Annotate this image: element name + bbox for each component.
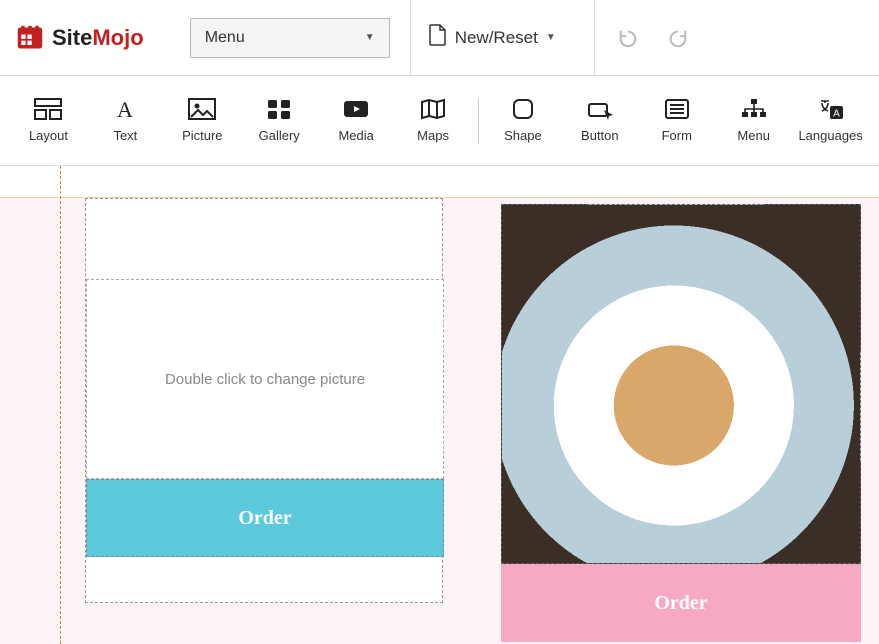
top-bar: SiteMojo Menu ▼ New/Reset ▼ xyxy=(0,0,879,76)
order-button-label: Order xyxy=(238,507,291,530)
menu-tool-icon xyxy=(740,98,768,120)
svg-text:A: A xyxy=(117,98,133,120)
tool-label: Layout xyxy=(29,128,68,143)
svg-text:A: A xyxy=(833,109,840,120)
tool-menu[interactable]: Menu xyxy=(715,76,792,166)
order-button-label: Order xyxy=(654,592,707,615)
picture-icon xyxy=(188,98,216,120)
tool-languages[interactable]: A Languages xyxy=(792,76,869,166)
tool-label: Maps xyxy=(417,128,449,143)
tool-label: Picture xyxy=(182,128,222,143)
tool-picture[interactable]: Picture xyxy=(164,76,241,166)
layout-icon xyxy=(34,98,62,120)
editor-canvas[interactable]: Double click to change picture Order Ord… xyxy=(0,166,879,644)
tool-text[interactable]: A Text xyxy=(87,76,164,166)
product-image-coffee[interactable] xyxy=(501,204,861,564)
shape-icon xyxy=(509,98,537,120)
page-menu-label: Menu xyxy=(205,29,245,47)
toolbar-divider xyxy=(478,98,479,144)
order-button-right[interactable]: Order xyxy=(501,564,861,642)
form-icon xyxy=(663,98,691,120)
tool-shape[interactable]: Shape xyxy=(484,76,561,166)
tool-label: Button xyxy=(581,128,619,143)
redo-button[interactable] xyxy=(667,27,689,49)
chevron-down-icon: ▼ xyxy=(365,32,375,43)
chevron-down-icon: ▼ xyxy=(546,32,556,43)
tool-label: Form xyxy=(662,128,692,143)
tool-label: Media xyxy=(338,128,373,143)
image-placeholder[interactable]: Double click to change picture xyxy=(86,279,444,479)
history-controls xyxy=(595,0,711,76)
document-icon xyxy=(429,24,447,51)
new-reset-label: New/Reset xyxy=(455,28,538,48)
tool-media[interactable]: Media xyxy=(318,76,395,166)
button-tool-icon xyxy=(586,98,614,120)
tool-label: Text xyxy=(113,128,137,143)
page-surface[interactable]: Double click to change picture Order Ord… xyxy=(60,166,879,644)
languages-icon: A xyxy=(817,98,845,120)
new-reset-button[interactable]: New/Reset ▼ xyxy=(411,0,574,76)
tool-maps[interactable]: Maps xyxy=(395,76,472,166)
tool-label: Languages xyxy=(798,128,862,143)
page-menu-dropdown[interactable]: Menu ▼ xyxy=(190,18,390,58)
tool-layout[interactable]: Layout xyxy=(10,76,87,166)
brand-icon xyxy=(16,24,44,52)
product-card-right[interactable]: Order xyxy=(501,204,861,642)
brand-logo: SiteMojo xyxy=(0,24,160,52)
tool-label: Shape xyxy=(504,128,542,143)
maps-icon xyxy=(419,98,447,120)
media-icon xyxy=(342,98,370,120)
gallery-icon xyxy=(265,98,293,120)
product-card-left[interactable]: Double click to change picture Order xyxy=(85,198,443,603)
tool-button[interactable]: Button xyxy=(561,76,638,166)
undo-button[interactable] xyxy=(617,27,639,49)
tool-label: Menu xyxy=(737,128,770,143)
insert-toolbar: Layout A Text Picture Gallery Media Maps… xyxy=(0,76,879,166)
placeholder-text: Double click to change picture xyxy=(165,371,365,388)
order-button-left[interactable]: Order xyxy=(86,479,444,557)
text-icon: A xyxy=(111,98,139,120)
tool-gallery[interactable]: Gallery xyxy=(241,76,318,166)
tool-label: Gallery xyxy=(259,128,300,143)
brand-name: SiteMojo xyxy=(52,25,144,51)
tool-form[interactable]: Form xyxy=(638,76,715,166)
